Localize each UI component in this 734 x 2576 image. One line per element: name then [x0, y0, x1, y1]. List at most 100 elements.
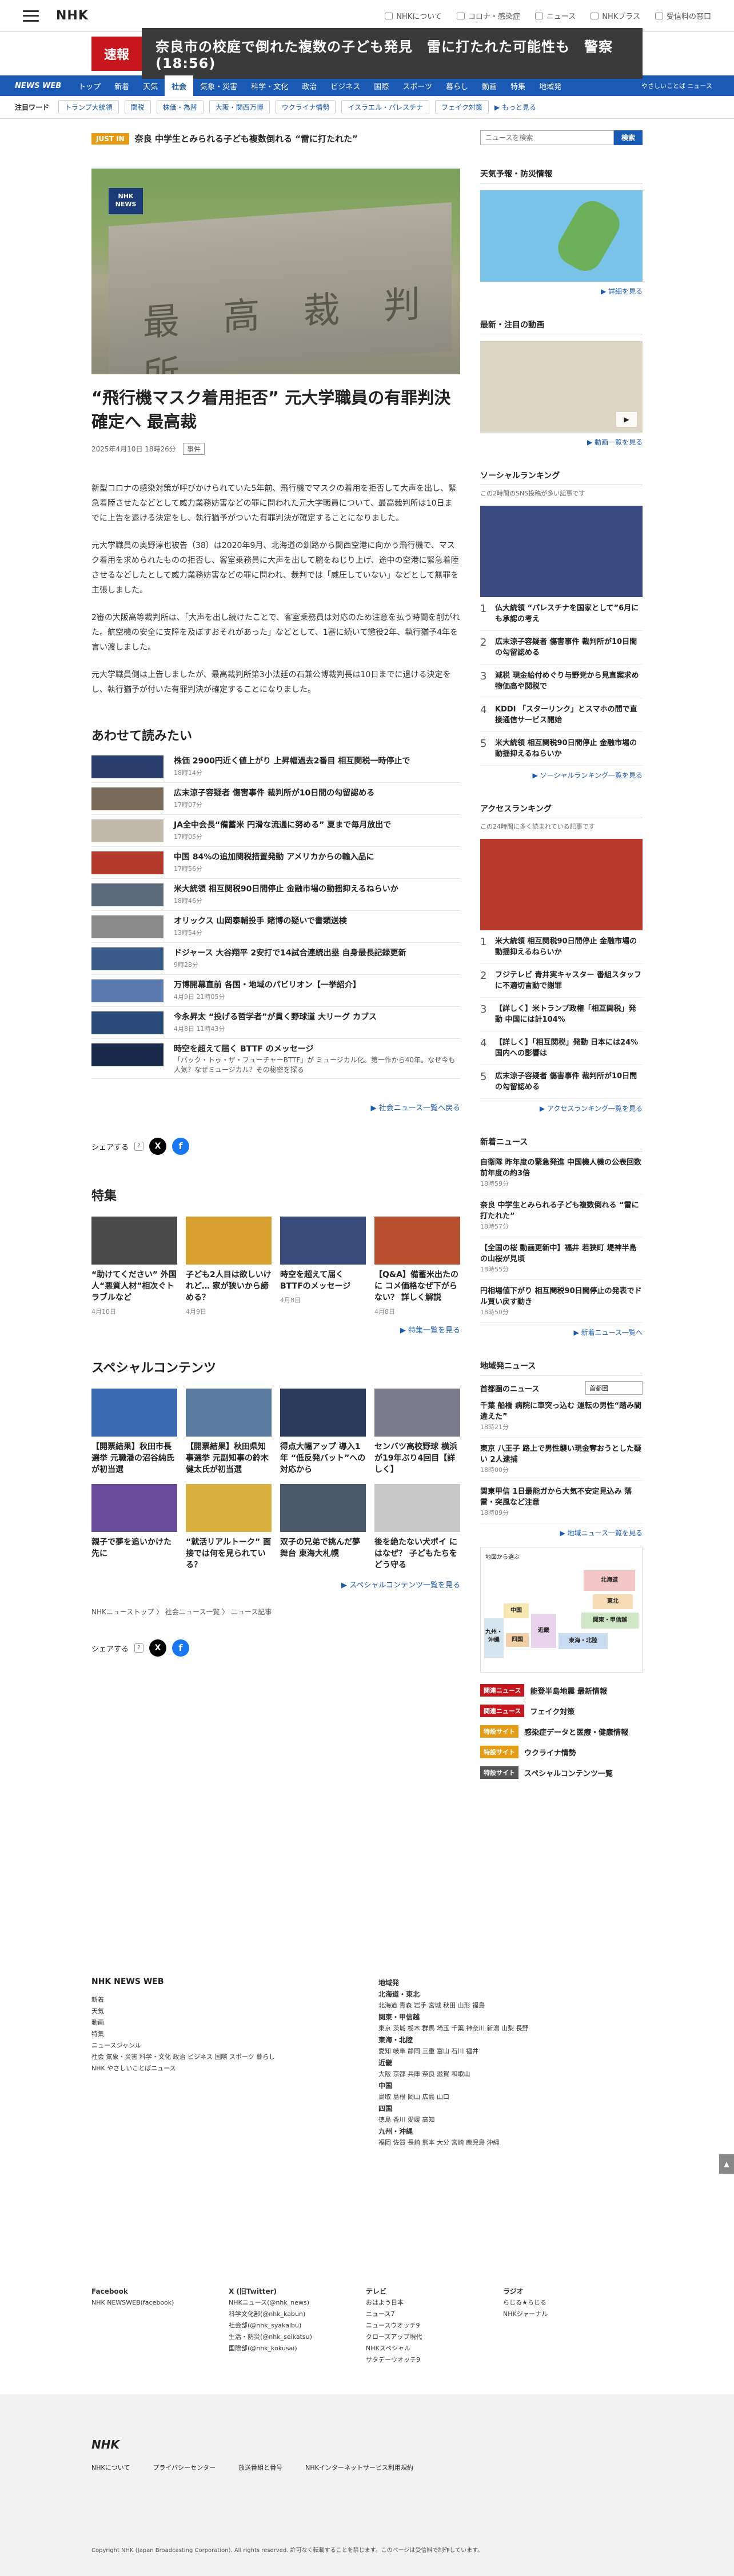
- just-in-text[interactable]: 奈良 中学生とみられる子ども複数倒れる “雷に打たれた”: [135, 133, 358, 145]
- card-title[interactable]: 後を絶たない犬ポイ にはなぜ？ 子どもたちをどう守る: [374, 1537, 460, 1571]
- content-card[interactable]: 親子で夢を追いかけた先に: [91, 1484, 177, 1571]
- social-ranking-image[interactable]: [480, 506, 643, 597]
- rank-title[interactable]: 【詳しく】米トランプ政権「相互関税」発動 中国には計104%: [495, 1003, 643, 1025]
- card-title[interactable]: 【開票結果】秋田県知事選挙 元副知事の鈴木健太氏が初当選: [186, 1441, 272, 1475]
- footer-area-links[interactable]: 北海道 青森 岩手 宮城 秋田 山形 福島: [378, 2000, 636, 2011]
- card-image[interactable]: [280, 1217, 366, 1265]
- keyword-more-link[interactable]: ▶ もっと見る: [494, 102, 536, 112]
- news-item[interactable]: 円相場値下がり 相互関税90日間停止の発表でドル買い戻す動き 18時50分: [480, 1280, 643, 1323]
- keyword-chip[interactable]: トランプ大統領: [58, 100, 119, 114]
- related-title[interactable]: JA全中会長“備蓄米 円滑な流通に努める” 夏まで毎月放出で: [174, 819, 391, 831]
- footer-sns-link[interactable]: ニュース7: [366, 2309, 503, 2320]
- rank-title[interactable]: 米大統領 相互関税90日間停止 金融市場の動揺抑えるねらいか: [495, 738, 643, 759]
- footer-area-links[interactable]: 愛知 岐阜 静岡 三重 富山 石川 福井: [378, 2046, 636, 2057]
- card-title[interactable]: 親子で夢を追いかけた先に: [91, 1537, 177, 1559]
- help-icon[interactable]: ?: [134, 1142, 144, 1151]
- weather-map[interactable]: [480, 190, 643, 282]
- scroll-to-top-icon[interactable]: ▲: [719, 2154, 734, 2174]
- related-title[interactable]: 株価 2900円近く値上がり 上昇幅過去2番目 相互関税一時停止で: [174, 755, 410, 767]
- back-to-social-link[interactable]: ▶ 社会ニュース一覧へ戻る: [91, 1102, 460, 1113]
- footer-nav-link[interactable]: NHK やさしいことばニュース: [91, 2063, 332, 2074]
- related-title[interactable]: 時空を超えて届く BTTF のメッセージ: [174, 1043, 460, 1055]
- video-thumbnail[interactable]: ▶: [480, 341, 643, 433]
- banner-text[interactable]: 感染症データと医療・健康情報: [524, 1726, 628, 1737]
- nav-item[interactable]: 天気: [136, 75, 165, 96]
- footer-sns-link[interactable]: 社会部(@nhk_syakaibu): [229, 2320, 366, 2331]
- nav-item[interactable]: スポーツ: [396, 75, 439, 96]
- news-item[interactable]: 【全国の桜 動画更新中】福井 若狭町 堤神半島の山桜が見頃 18時55分: [480, 1237, 643, 1280]
- region-chugoku[interactable]: 中国: [504, 1603, 529, 1618]
- rank-title[interactable]: 減税 現金給付めぐり与野党から見直案求め 物価高や関税で: [495, 670, 643, 692]
- related-thumbnail[interactable]: [91, 819, 163, 842]
- sidebar-banner[interactable]: 特設サイト 感染症データと医療・健康情報: [480, 1725, 643, 1738]
- news-title[interactable]: 関東甲信 1日最能ガから大気不安定見込み 落雷・突風など注意: [480, 1486, 643, 1508]
- ranking-item[interactable]: 3 減税 現金給付めぐり与野党から見直案求め 物価高や関税で: [480, 665, 643, 698]
- related-item[interactable]: 中国 84%の追加関税措置発動 アメリカからの輸入品に 17時56分: [91, 851, 460, 879]
- related-title[interactable]: ドジャース 大谷翔平 2安打で14試合連続出塁 自身最長記録更新: [174, 947, 406, 959]
- news-item[interactable]: 奈良 中学生とみられる子ども複数倒れる “雷に打たれた” 18時57分: [480, 1194, 643, 1237]
- rank-title[interactable]: 【詳しく】「相互関税」発動 日本には24% 国内への影響は: [495, 1037, 643, 1059]
- weather-more-link[interactable]: ▶ 詳細を見る: [480, 286, 643, 296]
- nav-item[interactable]: ビジネス: [324, 75, 367, 96]
- related-title[interactable]: 中国 84%の追加関税措置発動 アメリカからの輸入品に: [174, 851, 374, 863]
- news-title[interactable]: 円相場値下がり 相互関税90日間停止の発表でドル買い戻す動き: [480, 1286, 643, 1307]
- related-item[interactable]: 万博開幕直前 各国・地域のパビリオン【一挙紹介】 4月9日 21時05分: [91, 979, 460, 1007]
- header-link-corona[interactable]: コロナ・感染症: [456, 10, 520, 21]
- nav-item[interactable]: 新着: [107, 75, 136, 96]
- ranking-item[interactable]: 4 KDDI 「スターリンク」とスマホの間で直接通信サービス開始: [480, 698, 643, 732]
- card-title[interactable]: 【開票結果】秋田市長選挙 元職潘の沼谷純氏が初当選: [91, 1441, 177, 1475]
- x-share-icon[interactable]: X: [149, 1138, 167, 1155]
- related-thumbnail[interactable]: [91, 883, 163, 906]
- content-card[interactable]: 【Q&A】備蓄米出たのに コメ価格なぜ下がらない？ 詳しく解説 4月8日: [374, 1217, 460, 1316]
- footer-link[interactable]: プライバシーセンター: [153, 2463, 216, 2472]
- banner-text[interactable]: 能登半島地震 最新情報: [530, 1685, 607, 1696]
- facebook-share-icon[interactable]: f: [172, 1138, 190, 1155]
- footer-logo[interactable]: NHK: [91, 2438, 119, 2451]
- footer-link[interactable]: 放送番組と番号: [238, 2463, 282, 2472]
- news-item[interactable]: 自衛隊 昨年度の緊急発進 中国機人機の公表回数 前年度の約3倍 18時59分: [480, 1151, 643, 1194]
- related-title[interactable]: 今永昇太 “投げる哲学者”が貫く野球道 大リーグ カブス: [174, 1011, 377, 1023]
- region-kinki[interactable]: 近畿: [531, 1614, 556, 1648]
- card-image[interactable]: [280, 1484, 366, 1532]
- nav-item[interactable]: 地域発: [532, 75, 568, 96]
- rank-title[interactable]: 米大統領 相互関税90日間停止 金融市場の動揺抑えるねらいか: [495, 936, 643, 958]
- region-tohoku[interactable]: 東北: [593, 1594, 633, 1609]
- facebook-share-icon[interactable]: f: [172, 1639, 190, 1657]
- footer-nav-link[interactable]: 動画: [91, 2017, 332, 2029]
- nav-item[interactable]: 国際: [367, 75, 396, 96]
- article-category[interactable]: 事件: [182, 443, 205, 455]
- features-more-link[interactable]: ▶ 特集一覧を見る: [91, 1324, 460, 1335]
- footer-sns-link[interactable]: 国際部(@nhk_kokusai): [229, 2343, 366, 2354]
- footer-nav-link[interactable]: 天気: [91, 2006, 332, 2017]
- related-thumbnail[interactable]: [91, 851, 163, 874]
- content-card[interactable]: “就活リアルトーク” 面接では何を見られている？: [186, 1484, 272, 1571]
- nhk-logo[interactable]: NHK: [56, 9, 89, 23]
- footer-nav-link[interactable]: 新着: [91, 1994, 332, 2006]
- banner-text[interactable]: スペシャルコンテンツ一覧: [524, 1767, 613, 1778]
- ranking-item[interactable]: 2 フジテレビ 青井実キャスター 番組スタッフに不適切言動で謝罪: [480, 964, 643, 998]
- related-item[interactable]: 株価 2900円近く値上がり 上昇幅過去2番目 相互関税一時停止で 18時14分: [91, 755, 460, 783]
- keyword-chip[interactable]: イスラエル・パレスチナ: [341, 100, 430, 114]
- access-more-link[interactable]: ▶ アクセスランキング一覧を見る: [480, 1103, 643, 1113]
- content-card[interactable]: 【開票結果】秋田市長選挙 元職潘の沼谷純氏が初当選: [91, 1389, 177, 1475]
- related-item[interactable]: 今永昇太 “投げる哲学者”が貫く野球道 大リーグ カブス 4月8日 11時43分: [91, 1011, 460, 1039]
- hamburger-menu-icon[interactable]: [23, 10, 39, 22]
- related-thumbnail[interactable]: [91, 915, 163, 938]
- footer-sns-link[interactable]: NHKニュース(@nhk_news): [229, 2297, 366, 2309]
- rank-title[interactable]: 広末涼子容疑者 傷害事件 裁判所が10日間の勾留認める: [495, 1071, 643, 1093]
- news-title[interactable]: 【全国の桜 動画更新中】福井 若狭町 堤神半島の山桜が見頃: [480, 1243, 643, 1265]
- rank-title[interactable]: 広末涼子容疑者 傷害事件 裁判所が10日間の勾留認める: [495, 637, 643, 658]
- footer-area-links[interactable]: 徳島 香川 愛媛 高知: [378, 2114, 636, 2126]
- keyword-chip[interactable]: ウクライナ情勢: [275, 100, 336, 114]
- keyword-chip[interactable]: 関税: [124, 100, 151, 114]
- related-title[interactable]: オリックス 山岡泰輔投手 賭博の疑いで書類送検: [174, 915, 347, 927]
- keyword-chip[interactable]: フェイク対策: [435, 100, 489, 114]
- sidebar-banner[interactable]: 特設サイト ウクライナ情勢: [480, 1746, 643, 1758]
- ranking-item[interactable]: 5 米大統領 相互関税90日間停止 金融市場の動揺抑えるねらいか: [480, 732, 643, 766]
- content-card[interactable]: 【開票結果】秋田県知事選挙 元副知事の鈴木健太氏が初当選: [186, 1389, 272, 1475]
- content-card[interactable]: センバツ高校野球 横浜が19年ぶり4回目【詳しく】: [374, 1389, 460, 1475]
- related-title[interactable]: 万博開幕直前 各国・地域のパビリオン【一挙紹介】: [174, 979, 361, 991]
- header-link-plus[interactable]: NHKプラス: [591, 10, 640, 21]
- nav-easy-news[interactable]: やさしいことば ニュース: [635, 75, 719, 96]
- footer-sns-link[interactable]: らじる★らじる: [503, 2297, 640, 2309]
